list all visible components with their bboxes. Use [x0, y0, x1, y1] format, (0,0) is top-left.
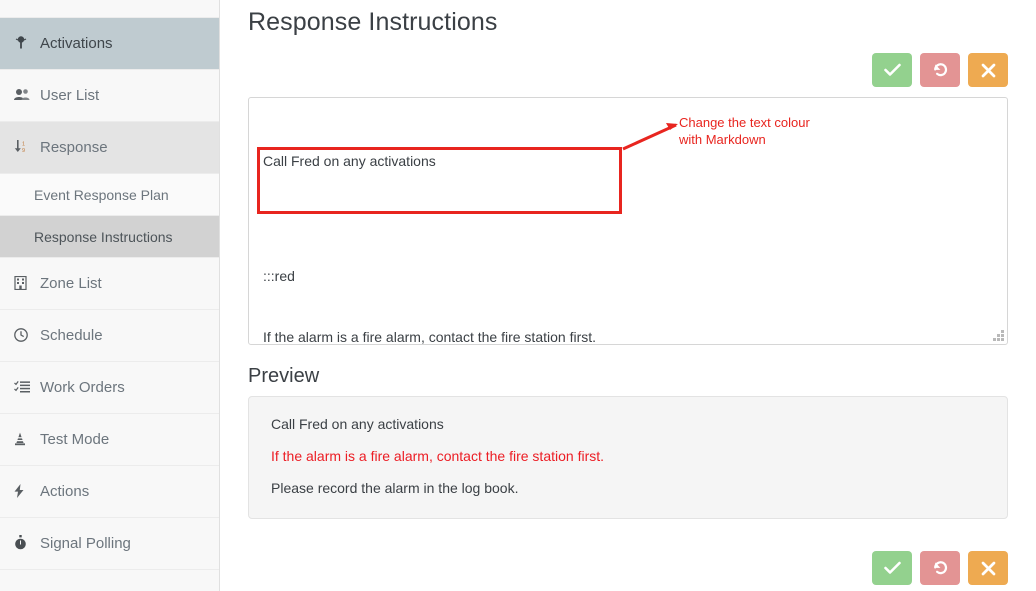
sidebar-item-user-list[interactable]: User List: [0, 70, 219, 122]
save-button[interactable]: [872, 53, 912, 87]
sidebar-item-label: Work Orders: [40, 379, 125, 396]
main-content: Response Instructions Call Fred on any a…: [220, 0, 1036, 591]
toolbar-top: [248, 53, 1008, 87]
preview-line-3: Please record the alarm in the log book.: [271, 480, 519, 497]
sort-numeric-icon: 1 9: [14, 139, 36, 156]
sidebar-item-label: Signal Polling: [40, 535, 131, 552]
sidebar-item-signal-polling[interactable]: Signal Polling: [0, 518, 219, 570]
sidebar-item-label: Actions: [40, 483, 90, 500]
times-icon: [981, 561, 996, 576]
textarea-resize-handle[interactable]: [992, 329, 1004, 341]
revert-button-bottom[interactable]: [920, 551, 960, 585]
sidebar-item-label: Activations: [40, 35, 113, 52]
sidebar-item-label: User List: [40, 87, 100, 104]
times-icon: [981, 63, 996, 78]
svg-text:9: 9: [22, 148, 25, 154]
check-icon: [883, 561, 901, 575]
sidebar: 1 2 Signals Activations: [0, 0, 220, 591]
building-icon: [14, 275, 36, 292]
toolbar-bottom: [872, 551, 1008, 585]
cancel-button-bottom[interactable]: [968, 551, 1008, 585]
traffic-cone-icon: [14, 432, 36, 448]
sidebar-item-work-orders[interactable]: Work Orders: [0, 362, 219, 414]
sidebar-item-label: Schedule: [40, 327, 103, 344]
check-icon: [883, 63, 901, 77]
sidebar-item-label: Test Mode: [40, 431, 110, 448]
sidebar-item-zone-list[interactable]: Zone List: [0, 258, 219, 310]
undo-icon: [932, 560, 949, 576]
editor-line-2: :::red: [263, 268, 295, 285]
cancel-button[interactable]: [968, 53, 1008, 87]
preview-heading: Preview: [248, 365, 320, 387]
save-button-bottom[interactable]: [872, 551, 912, 585]
editor-line-3: If the alarm is a fire alarm, contact th…: [263, 328, 597, 345]
sidebar-item-test-mode[interactable]: Test Mode: [0, 414, 219, 466]
sidebar-item-response[interactable]: 1 9 Response: [0, 122, 219, 174]
page-title: Response Instructions: [248, 8, 498, 36]
users-icon: [14, 88, 36, 103]
clock-icon: [14, 327, 36, 344]
sidebar-item-actions[interactable]: Actions: [0, 466, 219, 518]
siren-icon: [14, 35, 36, 52]
sidebar-item-signals[interactable]: 1 2 Signals: [0, 0, 219, 18]
revert-button[interactable]: [920, 53, 960, 87]
sidebar-item-label: Event Response Plan: [34, 186, 169, 203]
sidebar-item-event-response-plan[interactable]: Event Response Plan: [0, 174, 219, 216]
preview-line-1: Call Fred on any activations: [271, 416, 444, 432]
response-instructions-textarea[interactable]: Call Fred on any activations :::red If t…: [248, 97, 1008, 345]
sidebar-item-response-instructions[interactable]: Response Instructions: [0, 216, 219, 258]
sidebar-item-label: Zone List: [40, 275, 102, 292]
sidebar-item-schedule[interactable]: Schedule: [0, 310, 219, 362]
tasks-icon: [14, 380, 36, 395]
undo-icon: [932, 62, 949, 78]
editor-wrap: Call Fred on any activations :::red If t…: [248, 97, 1008, 345]
stopwatch-icon: [14, 535, 36, 552]
editor-line-1: Call Fred on any activations: [263, 152, 436, 169]
sidebar-item-label: Response: [40, 139, 108, 156]
svg-text:1: 1: [22, 142, 25, 148]
bolt-icon: [14, 483, 36, 500]
sidebar-item-activations[interactable]: Activations: [0, 18, 219, 70]
preview-line-2: If the alarm is a fire alarm, contact th…: [271, 448, 605, 465]
app-root: 1 2 Signals Activations: [0, 0, 1036, 591]
preview-box: Call Fred on any activations If the alar…: [248, 396, 1008, 519]
sidebar-item-label: Response Instructions: [34, 228, 173, 245]
